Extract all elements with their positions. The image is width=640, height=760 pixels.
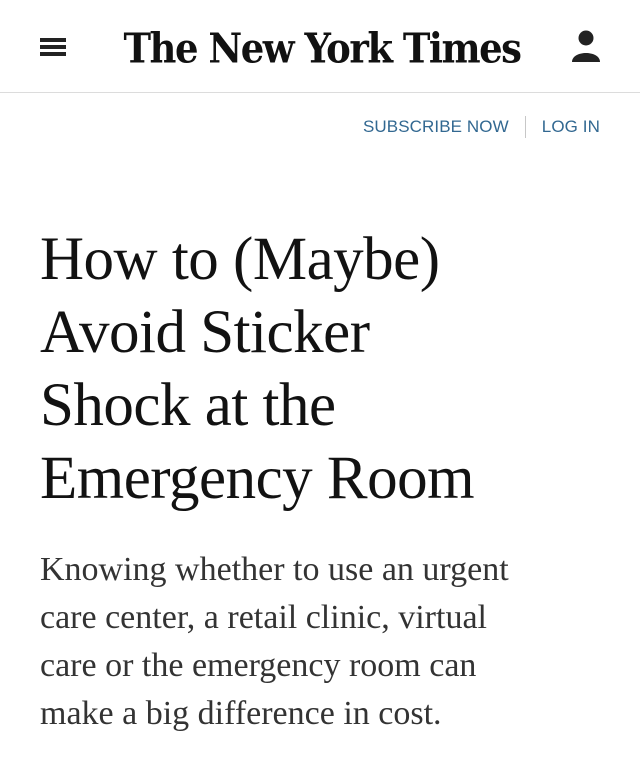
auth-divider [524,116,526,138]
headline-line: Emergency Room [40,445,475,512]
headline-line: Avoid Sticker [40,299,370,366]
masthead: The New York Times [0,0,640,93]
auth-bar: SUBSCRIBE NOW LOG IN [0,112,640,142]
summary-line: care center, a retail clinic, virtual [40,599,487,636]
summary-line: make a big difference in cost. [40,695,442,732]
menu-button[interactable] [34,30,70,64]
nyt-logo[interactable]: The New York Times [118,15,526,81]
subscribe-now-link[interactable]: SUBSCRIBE NOW [363,117,509,137]
log-in-link[interactable]: LOG IN [542,117,600,137]
summary-line: care or the emergency room can [40,647,477,684]
auth-links: SUBSCRIBE NOW LOG IN [363,112,600,142]
summary-line: Knowing whether to use an urgent [40,551,509,588]
account-button[interactable] [564,26,608,68]
headline-line: How to (Maybe) [40,226,440,293]
headline-line: Shock at the [40,372,336,439]
article-headline: How to (Maybe) Avoid Sticker Shock at th… [40,223,620,515]
article-summary: Knowing whether to use an urgent care ce… [40,546,620,738]
user-account-icon [572,30,600,62]
